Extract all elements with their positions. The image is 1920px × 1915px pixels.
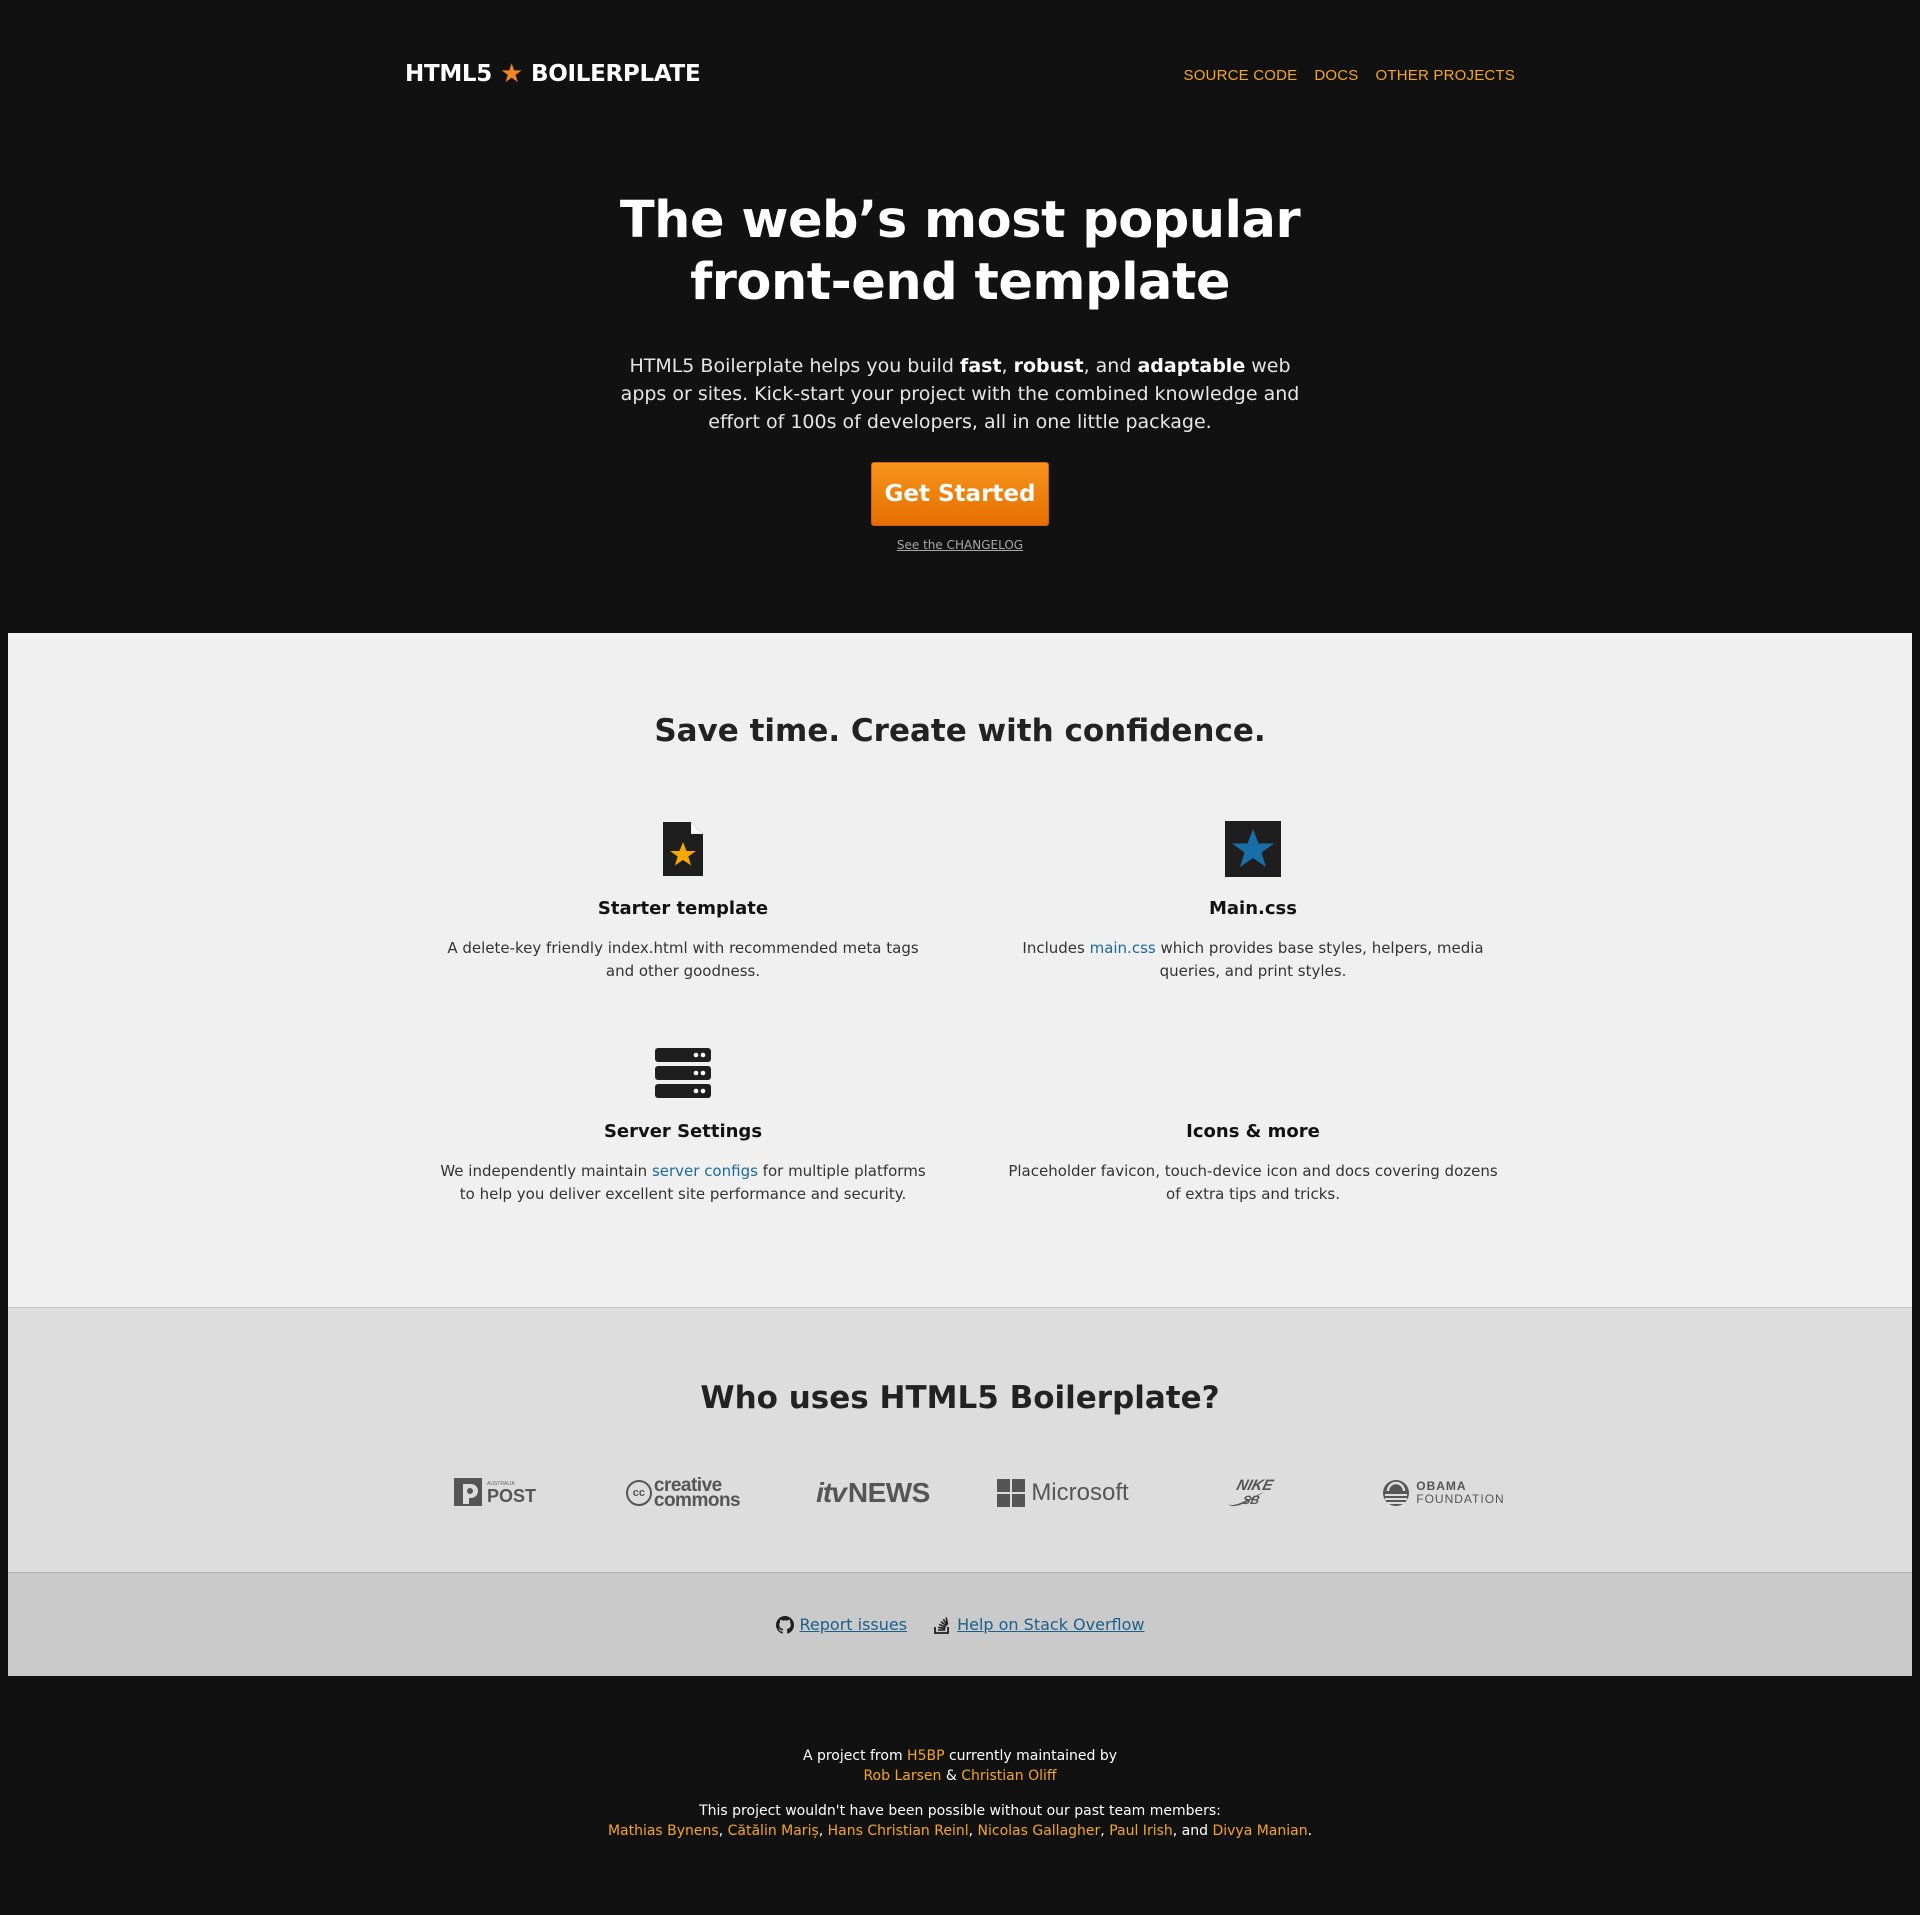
github-icon <box>775 1615 794 1634</box>
past-member-link[interactable]: Nicolas Gallagher <box>978 1823 1101 1839</box>
feature-icons-more: Icons & more Placeholder favicon, touch-… <box>993 1041 1513 1206</box>
lead-text: , <box>1001 355 1014 377</box>
feature-starter-template: Starter template A delete-key friendly i… <box>423 818 943 983</box>
microsoft-logo: Microsoft <box>993 1468 1133 1518</box>
rob-larsen-link[interactable]: Rob Larsen <box>863 1768 941 1784</box>
swoosh-icon <box>1228 1492 1264 1507</box>
feature-title: Main.css <box>1209 898 1297 919</box>
footer-text: This project wouldn't have been possible… <box>699 1803 1221 1819</box>
foundation-text: FOUNDATION <box>1416 1492 1505 1506</box>
footer-past-members: This project wouldn't have been possible… <box>607 1803 1313 1839</box>
past-member-link[interactable]: Mathias Bynens <box>608 1823 719 1839</box>
post-text: POST <box>486 1485 536 1506</box>
stack-overflow-link[interactable]: Help on Stack Overflow <box>933 1615 1144 1634</box>
logo-text-boilerplate: BOILERPLATE <box>531 61 701 87</box>
past-member-link[interactable]: Divya Manian <box>1212 1823 1307 1839</box>
cc-icon: cc <box>625 1480 652 1506</box>
itv-news-logo: itv NEWS <box>803 1468 943 1518</box>
report-issues-label: Report issues <box>799 1615 908 1634</box>
nike-sb-logo: NIKE SB <box>1208 1468 1298 1518</box>
icons-placeholder <box>993 1041 1513 1101</box>
microsoft-icon <box>997 1479 1026 1507</box>
users-section: Who uses HTML5 Boilerplate? AUSTRALIA PO… <box>8 1307 1912 1572</box>
feature-text: Includes main.css which provides base st… <box>1003 937 1503 983</box>
feature-title: Server Settings <box>603 1121 763 1142</box>
users-title: Who uses HTML5 Boilerplate? <box>700 1380 1220 1416</box>
christian-oliff-link[interactable]: Christian Oliff <box>961 1768 1056 1784</box>
australia-post-logo: AUSTRALIA POST <box>445 1468 545 1518</box>
post-icon <box>453 1478 482 1506</box>
news-text: NEWS <box>847 1477 931 1508</box>
hero-lead: HTML5 Boilerplate helps you build fast , … <box>610 352 1310 436</box>
microsoft-text: Microsoft <box>1031 1479 1129 1506</box>
feature-title: Starter template <box>597 898 769 919</box>
creative-commons-logo: cc creative commons <box>618 1468 748 1518</box>
itv-text: itv <box>816 1477 847 1508</box>
footer-text: currently maintained by <box>944 1748 1118 1764</box>
past-member-link[interactable]: Cătălin Mariș <box>728 1823 819 1839</box>
lead-robust: robust <box>1013 355 1084 377</box>
feature-server-settings: Server Settings We independently maintai… <box>423 1041 943 1206</box>
hero-title: The web’s most popular front-end templat… <box>619 191 1301 312</box>
footer-text: & <box>941 1768 962 1784</box>
site-header: HTML5 ★ BOILERPLATE SOURCE CODE DOCS OTH… <box>0 0 1920 150</box>
h5bp-link[interactable]: H5BP <box>907 1748 944 1764</box>
report-issues-link[interactable]: Report issues <box>775 1615 908 1634</box>
feature-text-part: which provides base styles, helpers, med… <box>1155 939 1484 980</box>
past-member-link[interactable]: Paul Irish <box>1109 1823 1173 1839</box>
lead-text: HTML5 Boilerplate helps you build <box>629 355 961 377</box>
get-started-button[interactable]: Get Started <box>871 462 1049 526</box>
document-star-icon <box>423 818 943 878</box>
feature-text: A delete-key friendly index.html with re… <box>447 939 919 980</box>
past-member-link[interactable]: Hans Christian Reinl <box>828 1823 969 1839</box>
obama-foundation-logo: OBAMA FOUNDATION <box>1378 1468 1508 1518</box>
top-nav: SOURCE CODE DOCS OTHER PROJECTS <box>1183 67 1515 84</box>
changelog-link[interactable]: See the CHANGELOG <box>0 538 1920 552</box>
footer-text: A project from <box>802 1748 908 1764</box>
feature-title: Icons & more <box>1186 1121 1320 1142</box>
help-strip: Report issues Help on Stack Overflow <box>8 1572 1912 1676</box>
feature-main-css: Main.css Includes main.css which provide… <box>993 818 1513 983</box>
nav-docs[interactable]: DOCS <box>1314 67 1358 84</box>
hero: The web’s most popular front-end templat… <box>0 190 1920 552</box>
server-icon <box>423 1041 943 1101</box>
lead-adaptable: adaptable <box>1137 355 1246 377</box>
lead-fast: fast <box>960 355 1002 377</box>
logo-text-html5: HTML5 <box>405 61 492 87</box>
star-box-icon <box>993 818 1513 878</box>
footer-maintainers: A project from H5BP currently maintained… <box>0 1746 1920 1786</box>
nav-other-projects[interactable]: OTHER PROJECTS <box>1376 67 1515 84</box>
server-configs-link[interactable]: server configs <box>652 1162 758 1180</box>
nav-source-code[interactable]: SOURCE CODE <box>1183 67 1297 84</box>
main-css-link[interactable]: main.css <box>1090 939 1156 957</box>
footer-text: and <box>1181 1823 1208 1839</box>
logo-link[interactable]: HTML5 ★ BOILERPLATE <box>405 59 701 89</box>
star-icon: ★ <box>500 59 524 89</box>
feature-text: Placeholder favicon, touch-device icon a… <box>1008 1162 1498 1203</box>
features-section: Save time. Create with confidence. Start… <box>8 633 1912 1307</box>
features-title: Save time. Create with confidence. <box>654 713 1266 749</box>
feature-text-part: Includes <box>1022 939 1090 957</box>
stack-overflow-icon <box>934 1616 949 1634</box>
lead-text: , and <box>1083 355 1138 377</box>
user-logos: AUSTRALIA POST cc creative commons itv N… <box>8 1468 1912 1518</box>
obama-icon <box>1383 1480 1410 1506</box>
stack-overflow-label: Help on Stack Overflow <box>957 1615 1145 1634</box>
site-footer: A project from H5BP currently maintained… <box>0 1676 1920 1841</box>
feature-text: We independently maintain server configs… <box>433 1160 933 1206</box>
cc-text-2: commons <box>653 1490 741 1511</box>
feature-text-part: We independently maintain <box>440 1162 652 1180</box>
